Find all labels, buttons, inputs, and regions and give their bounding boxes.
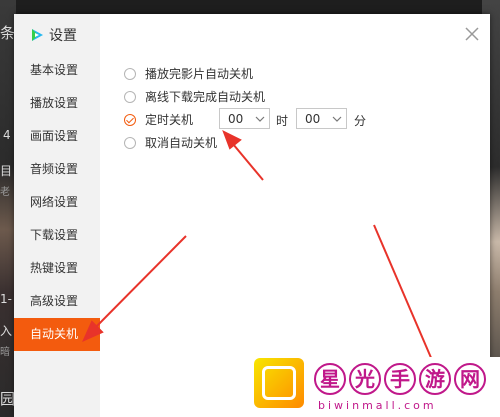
watermark-char: 光 [349, 363, 381, 395]
watermark-title: 星 光 手 游 网 [314, 363, 486, 395]
watermark-char: 游 [419, 363, 451, 395]
annotation-arrows [82, 129, 433, 361]
watermark-char: 手 [384, 363, 416, 395]
watermark-char: 星 [314, 363, 346, 395]
annotation-arrow-head [222, 129, 242, 150]
watermark-logo-icon [254, 358, 304, 408]
watermark-char: 网 [454, 363, 486, 395]
watermark-domain: biwinmall.com [318, 399, 437, 412]
watermark: 星 光 手 游 网 biwinmall.com [252, 357, 500, 417]
annotation-arrow-line [373, 224, 433, 361]
annotation-arrow-line [87, 235, 187, 336]
